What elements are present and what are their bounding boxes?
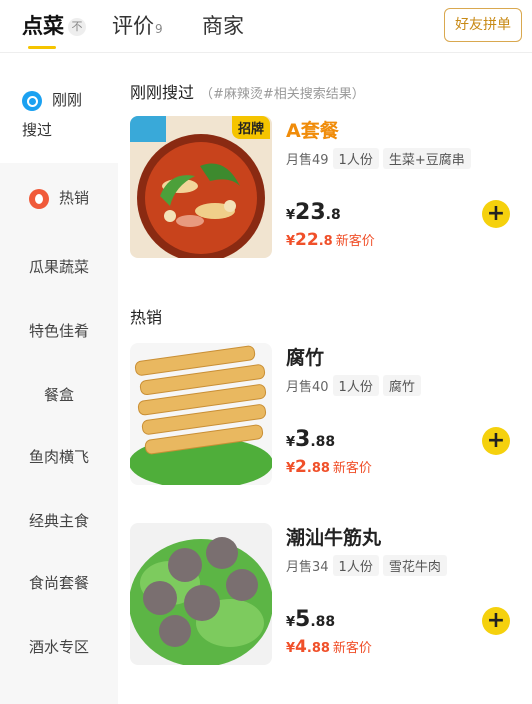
monthly-sales: 月售34	[286, 560, 329, 575]
sidebar-item-combos[interactable]: 食尚套餐	[0, 572, 118, 593]
dish-name: 潮汕牛筋丸	[286, 527, 382, 549]
section-hot: 热销	[130, 308, 163, 327]
sidebar-item-staples[interactable]: 经典主食	[0, 510, 118, 531]
portion-tag: 1人份	[332, 375, 379, 396]
new-customer-price: ¥4.88 新客价	[286, 637, 372, 657]
sidebar-item-drinks[interactable]: 酒水专区	[0, 636, 118, 657]
sidebar-item-boxes[interactable]: 餐盒	[0, 384, 118, 405]
add-to-cart-button[interactable]: +	[482, 427, 510, 455]
menu-content: 刚刚搜过 （#麻辣烫#相关搜索结果） 招牌 A套餐 月售49 1人份 生菜+豆腐串	[130, 53, 532, 704]
dish-price: ¥3.88	[286, 427, 336, 452]
dish-card[interactable]: 潮汕牛筋丸 月售34 1人份 雪花牛肉 ¥5.88 ¥4.88 新客价 +	[130, 523, 522, 667]
dish-meta: 月售34 1人份 雪花牛肉	[286, 555, 447, 576]
sidebar-item-label: 搜过	[22, 121, 53, 139]
dish-meta: 月售49 1人份 生菜+豆腐串	[286, 148, 471, 169]
add-to-cart-button[interactable]: +	[482, 607, 510, 635]
section-title: 刚刚搜过	[130, 83, 195, 102]
dish-card[interactable]: 腐竹 月售40 1人份 腐竹 ¥3.88 ¥2.88 新客价 +	[130, 343, 522, 487]
dish-name: 腐竹	[286, 347, 325, 369]
tab-merchant[interactable]: 商家	[202, 10, 244, 40]
tab-reviews-label: 评价	[112, 14, 154, 38]
monthly-sales: 月售49	[286, 153, 329, 168]
add-to-cart-button[interactable]: +	[482, 200, 510, 228]
new-customer-price: ¥22.8 新客价	[286, 230, 375, 250]
ingredient-tag: 腐竹	[382, 375, 421, 396]
sidebar-item-fish-meat[interactable]: 鱼肉横飞	[0, 446, 118, 467]
section-subtitle: （#麻辣烫#相关搜索结果）	[200, 87, 365, 102]
monthly-sales: 月售40	[286, 380, 329, 395]
reviews-count: 9	[155, 22, 163, 36]
tab-order[interactable]: 点菜不	[22, 10, 86, 40]
ingredient-tag: 生菜+豆腐串	[382, 148, 471, 169]
tab-order-label: 点菜	[22, 14, 64, 38]
portion-tag: 1人份	[332, 555, 379, 576]
sidebar-item-vegetables[interactable]: 瓜果蔬菜	[0, 256, 118, 277]
dish-price: ¥23.8	[286, 200, 341, 225]
top-tab-bar: 点菜不 评价9 商家 好友拼单	[0, 0, 532, 53]
new-customer-price: ¥2.88 新客价	[286, 457, 372, 477]
sidebar-item-label: 刚刚	[52, 91, 83, 109]
portion-tag: 1人份	[332, 148, 379, 169]
sidebar-item-hot[interactable]: 热销	[0, 183, 118, 213]
dish-image-tofu-skin	[130, 343, 272, 485]
sidebar-item-label: 热销	[58, 189, 89, 207]
group-order-button[interactable]: 好友拼单	[444, 8, 522, 42]
dish-meta: 月售40 1人份 腐竹	[286, 375, 421, 396]
dish-price: ¥5.88	[286, 607, 336, 632]
hot-icon	[28, 188, 49, 209]
ingredient-tag: 雪花牛肉	[382, 555, 447, 576]
dish-image-beef-balls	[130, 523, 272, 665]
sidebar-item-recent[interactable]: 刚刚 搜过	[0, 53, 118, 163]
dish-card[interactable]: 招牌 A套餐 月售49 1人份 生菜+豆腐串 ¥23.8 ¥22.8 新客价 +	[130, 116, 522, 260]
order-badge: 不	[68, 18, 86, 36]
section-recent-searches: 刚刚搜过 （#麻辣烫#相关搜索结果）	[130, 79, 365, 103]
sidebar-item-specialties[interactable]: 特色佳肴	[0, 320, 118, 341]
dish-name: A套餐	[286, 120, 339, 142]
tab-merchant-label: 商家	[202, 14, 244, 38]
search-history-icon	[22, 90, 42, 111]
tab-reviews[interactable]: 评价9	[112, 10, 163, 40]
signature-badge: 招牌	[232, 116, 271, 139]
dish-image-malatang: 招牌	[130, 116, 272, 258]
category-sidebar: 刚刚 搜过 热销 瓜果蔬菜 特色佳肴 餐盒 鱼肉横飞 经典主食 食尚套餐 酒水专…	[0, 53, 118, 704]
active-tab-indicator	[28, 46, 56, 49]
